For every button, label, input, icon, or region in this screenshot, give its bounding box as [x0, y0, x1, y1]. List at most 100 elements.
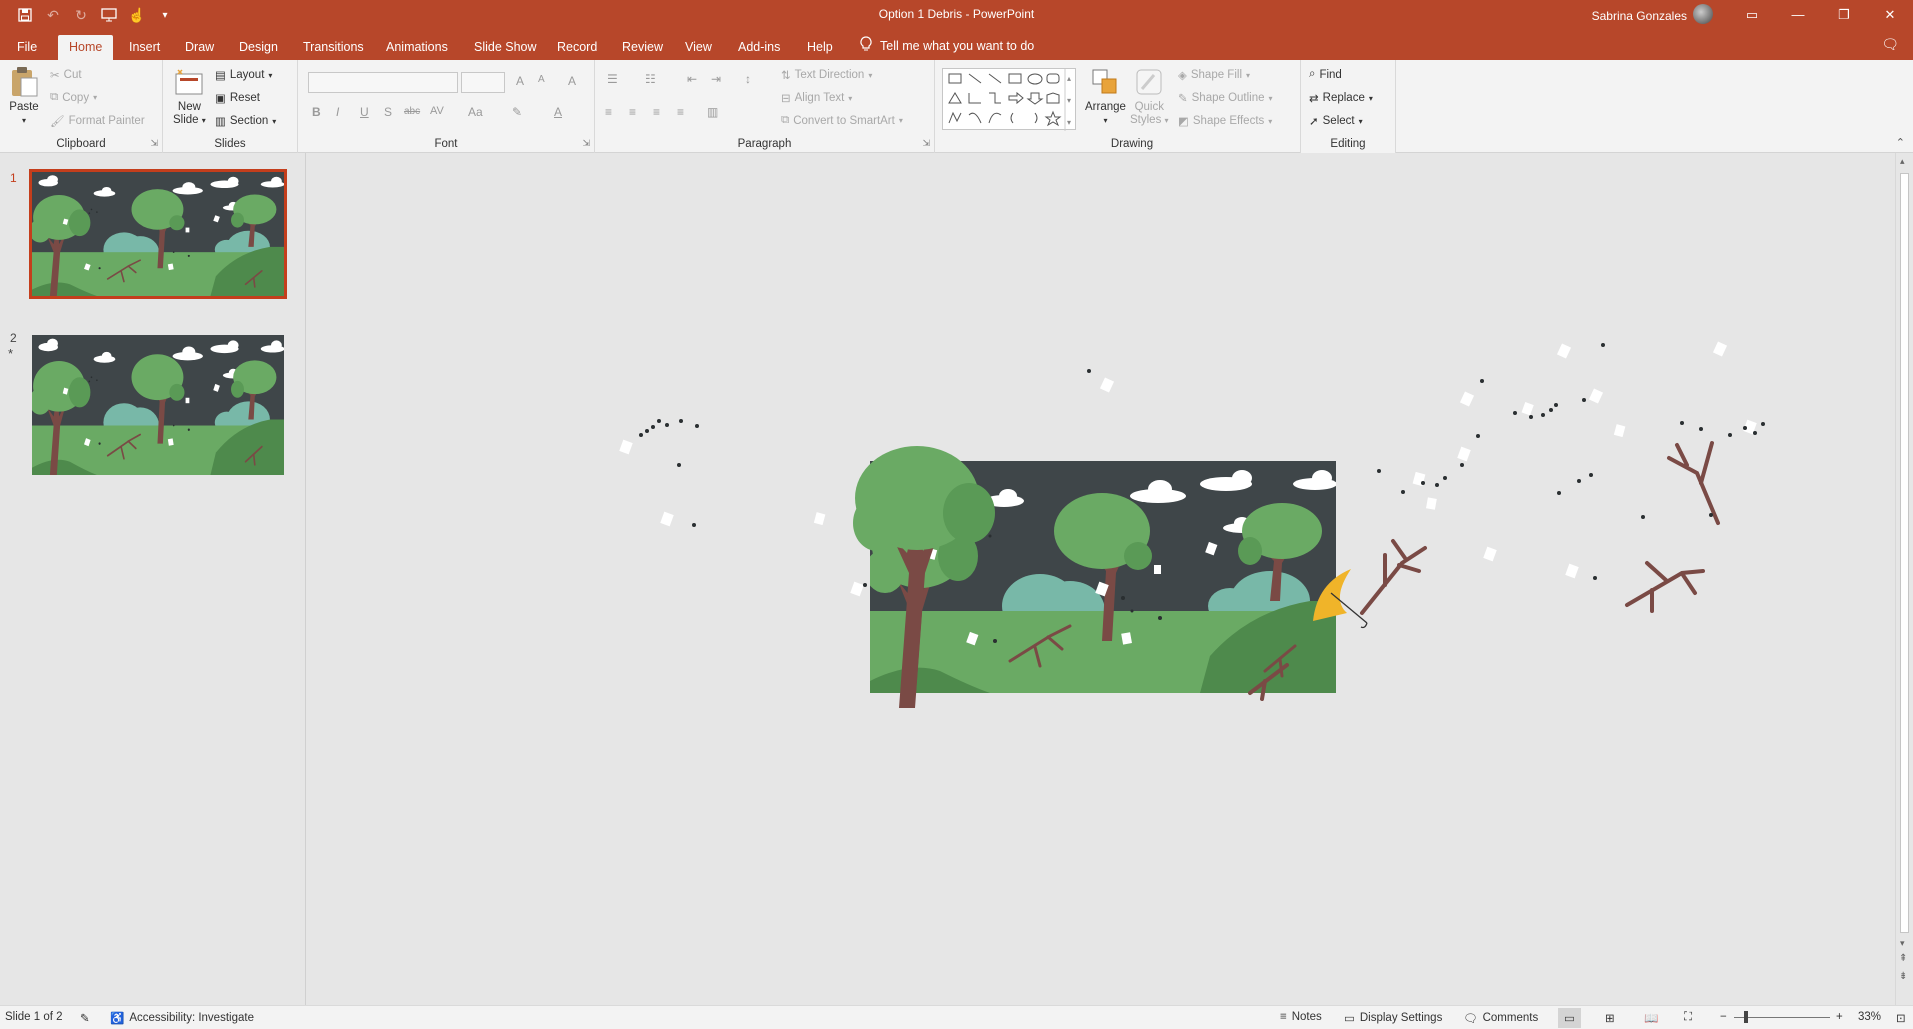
- numbering-icon[interactable]: ☷: [645, 72, 656, 86]
- shape-fill-button[interactable]: ◈ Shape Fill ▾: [1178, 68, 1250, 82]
- tab-add-ins[interactable]: Add-ins: [727, 35, 791, 60]
- quick-styles-button[interactable]: Quick Styles ▾: [1130, 66, 1169, 127]
- zoom-slider-thumb[interactable]: [1744, 1011, 1748, 1023]
- scrollbar-thumb[interactable]: [1900, 173, 1909, 933]
- strikethrough-button[interactable]: abc: [404, 106, 420, 117]
- increase-indent-icon[interactable]: ⇥: [711, 72, 721, 86]
- zoom-slider[interactable]: [1734, 1017, 1830, 1018]
- scroll-down-icon[interactable]: ▾: [1900, 938, 1905, 949]
- tab-file[interactable]: File: [6, 35, 48, 60]
- italic-button[interactable]: I: [336, 105, 339, 119]
- tab-design[interactable]: Design: [228, 35, 289, 60]
- bold-button[interactable]: B: [312, 105, 321, 119]
- slide-sorter-button[interactable]: ⊞: [1605, 1011, 1615, 1025]
- display-icon: ▭: [1344, 1013, 1355, 1025]
- tab-insert[interactable]: Insert: [118, 35, 171, 60]
- tab-review[interactable]: Review: [611, 35, 674, 60]
- bullets-icon[interactable]: ☰: [607, 72, 618, 86]
- tab-help[interactable]: Help: [796, 35, 844, 60]
- convert-smartart-button[interactable]: ⧉ Convert to SmartArt ▾: [781, 114, 903, 127]
- ribbon-tabs: File Home Insert Draw Design Transitions…: [0, 29, 1913, 60]
- justify-icon[interactable]: ≡: [677, 105, 684, 119]
- user-account[interactable]: Sabrina Gonzales: [1592, 4, 1713, 24]
- spelling-icon[interactable]: ✎: [80, 1011, 90, 1025]
- fit-slide-icon[interactable]: ⊡: [1896, 1011, 1906, 1025]
- next-slide-icon[interactable]: ⇟: [1899, 971, 1907, 982]
- slide-2-animation-marker: *: [8, 346, 14, 361]
- underline-button[interactable]: U: [360, 105, 369, 119]
- ribbon-display-options-icon[interactable]: ▭: [1729, 0, 1775, 29]
- character-spacing-button[interactable]: AV: [430, 105, 444, 117]
- text-direction-button[interactable]: ⇅ Text Direction ▾: [781, 68, 872, 82]
- shrink-font-icon[interactable]: A: [538, 74, 545, 85]
- tab-record[interactable]: Record: [546, 35, 608, 60]
- tab-view[interactable]: View: [674, 35, 723, 60]
- replace-button[interactable]: ⇄ Replace ▾: [1309, 91, 1373, 105]
- vertical-scrollbar[interactable]: ▴ ▾ ⇞ ⇟: [1895, 153, 1913, 1005]
- clipboard-launcher-icon[interactable]: ⇲: [150, 138, 158, 149]
- align-text-label: Align Text: [794, 92, 845, 104]
- align-right-icon[interactable]: ≡: [653, 105, 660, 119]
- zoom-level[interactable]: 33%: [1858, 1011, 1881, 1023]
- select-button[interactable]: ➚ Select ▾: [1309, 114, 1363, 128]
- align-left-icon[interactable]: ≡: [605, 105, 612, 119]
- notes-button[interactable]: ≡ Notes: [1280, 1011, 1322, 1023]
- restore-icon[interactable]: ❐: [1821, 0, 1867, 29]
- grow-font-icon[interactable]: A: [516, 74, 524, 88]
- shape-effects-button[interactable]: ◩ Shape Effects ▾: [1178, 114, 1272, 128]
- arrange-button[interactable]: Arrange ▾: [1085, 66, 1126, 127]
- line-spacing-icon[interactable]: ↕: [745, 72, 751, 86]
- tab-home[interactable]: Home: [58, 35, 114, 60]
- comments-pane-icon[interactable]: 🗨: [1881, 36, 1899, 53]
- zoom-in-icon[interactable]: +: [1836, 1011, 1843, 1023]
- section-button[interactable]: ▥ Section ▾: [215, 114, 276, 128]
- cut-button[interactable]: ✂ Cut: [50, 68, 82, 82]
- reset-button[interactable]: ▣ Reset: [215, 91, 260, 105]
- drawing-group: ▴ ▾ ▾ Arrange ▾ Quick Styles ▾ ◈ Shape Fill…: [935, 60, 1330, 153]
- font-name-combo[interactable]: [308, 72, 458, 93]
- slide-show-button[interactable]: ⛶: [1684, 1011, 1692, 1024]
- find-button[interactable]: ⌕ Find: [1309, 68, 1342, 81]
- collapse-ribbon-icon[interactable]: ⌃: [1896, 136, 1905, 149]
- format-painter-button[interactable]: 🖌 Format Painter: [50, 114, 145, 128]
- slide-thumbnail-1[interactable]: [29, 169, 287, 299]
- layout-button[interactable]: ▤ Layout ▾: [215, 68, 272, 82]
- normal-view-button[interactable]: ▭: [1558, 1008, 1581, 1028]
- align-center-icon[interactable]: ≡: [629, 105, 636, 119]
- previous-slide-icon[interactable]: ⇞: [1899, 953, 1907, 964]
- highlight-color-icon[interactable]: ✎: [512, 105, 522, 119]
- slide-editing-area[interactable]: [307, 153, 1895, 1005]
- accessibility-checker[interactable]: ♿ Accessibility: Investigate: [110, 1011, 254, 1025]
- off-slide-debris[interactable]: [307, 153, 1895, 1005]
- font-color-button[interactable]: A: [554, 105, 562, 119]
- paragraph-launcher-icon[interactable]: ⇲: [922, 138, 930, 149]
- paste-button[interactable]: Paste ▾: [8, 66, 40, 127]
- change-case-button[interactable]: Aa: [468, 105, 483, 119]
- shape-outline-button[interactable]: ✎ Shape Outline ▾: [1178, 91, 1273, 105]
- display-settings-button[interactable]: ▭ Display Settings: [1344, 1011, 1442, 1025]
- copy-button[interactable]: ⧉ Copy ▾: [50, 91, 97, 104]
- tab-transitions[interactable]: Transitions: [292, 35, 375, 60]
- new-slide-button[interactable]: New Slide ▾: [173, 66, 206, 127]
- zoom-out-icon[interactable]: −: [1720, 1011, 1727, 1023]
- align-text-icon: ⊟: [781, 93, 791, 105]
- font-size-combo[interactable]: [461, 72, 505, 93]
- shadow-button[interactable]: S: [384, 105, 392, 119]
- tell-me-search[interactable]: Tell me what you want to do: [860, 36, 1034, 55]
- scroll-up-icon[interactable]: ▴: [1900, 156, 1905, 167]
- tab-slide-show[interactable]: Slide Show: [463, 35, 548, 60]
- slide-thumbnail-2[interactable]: [32, 335, 284, 475]
- columns-icon[interactable]: ▥: [707, 105, 718, 119]
- shapes-gallery[interactable]: ▴ ▾ ▾: [942, 68, 1076, 131]
- decrease-indent-icon[interactable]: ⇤: [687, 72, 697, 86]
- reading-view-button[interactable]: 📖: [1644, 1011, 1658, 1025]
- layout-label: Layout: [229, 69, 265, 81]
- close-icon[interactable]: ✕: [1867, 0, 1913, 29]
- tab-animations[interactable]: Animations: [375, 35, 459, 60]
- align-text-button[interactable]: ⊟ Align Text ▾: [781, 91, 852, 105]
- minimize-icon[interactable]: —: [1775, 0, 1821, 29]
- comments-button[interactable]: 🗨 Comments: [1463, 1011, 1538, 1025]
- tab-draw[interactable]: Draw: [174, 35, 225, 60]
- clear-formatting-icon[interactable]: A: [568, 74, 576, 88]
- font-launcher-icon[interactable]: ⇲: [582, 138, 590, 149]
